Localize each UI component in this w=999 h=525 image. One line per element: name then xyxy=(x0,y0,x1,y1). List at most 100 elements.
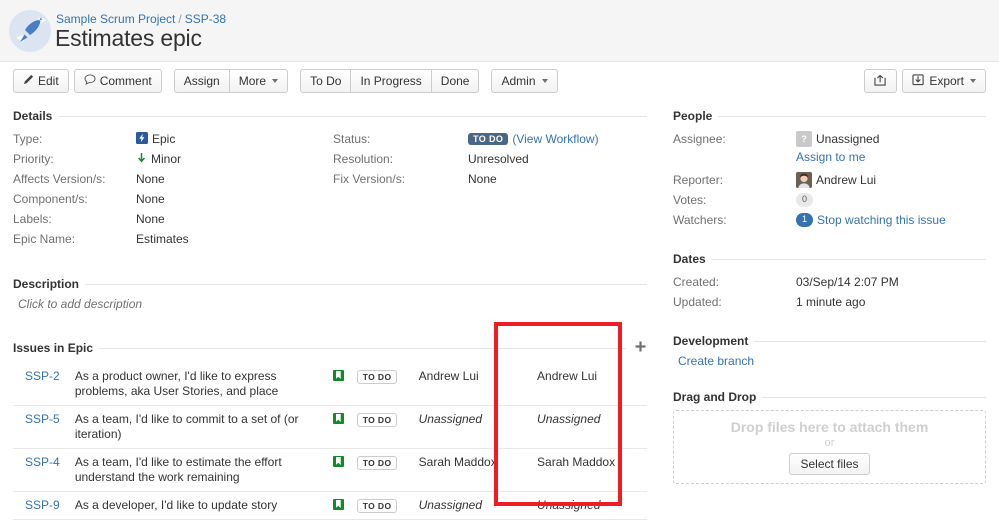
section-divider xyxy=(711,258,986,260)
issue-type-cell xyxy=(323,405,353,449)
table-row[interactable]: SSP-9 As a developer, I'd like to update… xyxy=(13,491,647,521)
share-button[interactable] xyxy=(864,69,898,93)
watchers-badge: 1 xyxy=(796,213,814,227)
field-components-value: None xyxy=(136,192,165,206)
issue-key-link[interactable]: SSP-4 xyxy=(25,455,60,469)
story-icon xyxy=(332,370,344,381)
field-labels-key: Labels: xyxy=(13,212,52,226)
chevron-down-icon xyxy=(541,79,548,83)
dropzone-or-text: or xyxy=(824,437,835,449)
status-badge: To Do xyxy=(468,132,509,146)
breadcrumb-project-link[interactable]: Sample Scrum Project xyxy=(56,12,175,26)
field-labels-value: None xyxy=(136,212,165,226)
admin-button[interactable]: Admin xyxy=(491,69,558,93)
rocket-icon xyxy=(9,10,51,52)
epic-icon xyxy=(136,131,148,147)
field-created-key: Created: xyxy=(673,275,720,289)
issue-key-link[interactable]: SSP-9 xyxy=(25,498,60,512)
details-section: Details Type: Epic Priority: Minor Affec… xyxy=(13,109,647,249)
story-icon xyxy=(332,456,344,467)
field-components-key: Component/s: xyxy=(13,192,88,206)
todo-button[interactable]: To Do xyxy=(300,69,352,93)
assign-to-me-link[interactable]: Assign to me xyxy=(796,150,865,164)
done-button-label: Done xyxy=(440,74,470,88)
admin-button-label: Admin xyxy=(501,74,536,88)
field-fix-version-key: Fix Version/s: xyxy=(333,172,406,186)
issue-key-cell: SSP-9 xyxy=(13,491,71,521)
admin-group: Admin xyxy=(491,69,558,93)
priority-minor-icon xyxy=(136,152,147,166)
right-column: People Assignee: Unassigned Assign to me… xyxy=(660,100,999,484)
stop-watching-link[interactable]: Stop watching this issue xyxy=(817,213,946,227)
workflow-group: To Do In Progress Done xyxy=(300,69,480,93)
table-row[interactable]: SSP-4 As a team, I'd like to estimate th… xyxy=(13,448,647,492)
issue-summary-cell: As a team, I'd like to commit to a set o… xyxy=(70,405,324,449)
edit-button-label: Edit xyxy=(38,74,59,88)
story-icon xyxy=(332,413,344,424)
field-watchers: Watchers: 1 Stop watching this issue xyxy=(673,210,986,230)
assign-to-me-row: Assign to me xyxy=(796,150,986,164)
details-left-column: Type: Epic Priority: Minor Affects Versi… xyxy=(13,129,333,249)
field-updated: Updated: 1 minute ago xyxy=(673,292,986,312)
field-status-key: Status: xyxy=(333,132,371,146)
select-files-button[interactable]: Select files xyxy=(789,453,870,475)
status-badge: To Do xyxy=(356,456,398,471)
issue-toolbar: Edit Comment Assign More To Do In Progre… xyxy=(0,62,999,100)
field-reporter: Reporter: Andrew Lui xyxy=(673,170,986,190)
development-heading: Development xyxy=(673,334,986,348)
field-reporter-text: Andrew Lui xyxy=(816,173,877,187)
table-row[interactable]: SSP-2 As a product owner, I'd like to ex… xyxy=(13,362,647,406)
export-icon xyxy=(912,73,925,89)
left-column: Details Type: Epic Priority: Minor Affec… xyxy=(0,100,660,521)
drag-and-drop-heading-label: Drag and Drop xyxy=(673,390,757,404)
field-epic-name-value: Estimates xyxy=(136,232,189,246)
field-watchers-value: 1 Stop watching this issue xyxy=(796,213,946,227)
description-heading-label: Description xyxy=(13,277,80,291)
issue-key-link[interactable]: SSP-5 xyxy=(25,412,60,426)
issue-summary-cell: As a developer, I'd like to update story xyxy=(70,491,324,521)
speech-bubble-icon xyxy=(84,74,96,88)
file-dropzone[interactable]: Drop files here to attach them or Select… xyxy=(673,410,986,484)
export-button[interactable]: Export xyxy=(902,69,986,93)
issue-assignee-secondary-cell: Unassigned xyxy=(523,405,647,449)
field-assignee-value: Unassigned xyxy=(796,131,879,147)
issue-assignee-cell: Sarah Maddox xyxy=(414,448,524,492)
field-priority: Priority: Minor xyxy=(13,149,333,169)
section-divider xyxy=(58,115,647,117)
field-watchers-key: Watchers: xyxy=(673,213,727,227)
issue-type-cell xyxy=(323,448,353,492)
dates-heading-label: Dates xyxy=(673,252,706,266)
in-progress-button[interactable]: In Progress xyxy=(350,69,432,93)
add-issue-icon[interactable] xyxy=(634,340,647,356)
field-votes-key: Votes: xyxy=(673,193,707,207)
edit-button[interactable]: Edit xyxy=(13,69,69,93)
view-workflow-link[interactable]: (View Workflow) xyxy=(512,132,598,146)
issues-in-epic-heading: Issues in Epic xyxy=(13,340,647,356)
assign-button[interactable]: Assign xyxy=(173,69,230,93)
issue-key-link[interactable]: SSP-2 xyxy=(25,369,60,383)
more-button[interactable]: More xyxy=(228,69,289,93)
issue-assignee-secondary-cell: Sarah Maddox xyxy=(523,448,647,492)
issue-status-cell: To Do xyxy=(352,448,415,492)
done-button[interactable]: Done xyxy=(430,69,480,93)
issue-summary-cell: As a team, I'd like to estimate the effo… xyxy=(70,448,324,492)
create-branch-link[interactable]: Create branch xyxy=(678,354,754,368)
field-epic-name: Epic Name: Estimates xyxy=(13,229,333,249)
more-button-label: More xyxy=(238,74,267,88)
field-type-text: Epic xyxy=(152,132,176,146)
field-assignee-text: Unassigned xyxy=(816,132,880,146)
issues-in-epic-section: Issues in Epic SSP-2 As a product owner,… xyxy=(13,340,647,521)
field-priority-value: Minor xyxy=(136,152,181,166)
drag-and-drop-section: Drag and Drop Drop files here to attach … xyxy=(673,390,986,484)
breadcrumb-separator: / xyxy=(178,12,182,26)
description-placeholder[interactable]: Click to add description xyxy=(18,297,647,311)
toolbar-left-group: Edit Comment Assign More To Do In Progre… xyxy=(13,69,558,93)
breadcrumb-issue-key-link[interactable]: SSP-38 xyxy=(185,12,226,26)
drag-and-drop-heading: Drag and Drop xyxy=(673,390,986,404)
comment-button[interactable]: Comment xyxy=(73,69,162,93)
table-row[interactable]: SSP-5 As a team, I'd like to commit to a… xyxy=(13,405,647,449)
issue-assignee-secondary-cell: Andrew Lui xyxy=(523,362,647,406)
field-fix-version-value: None xyxy=(468,172,497,186)
field-type-value: Epic xyxy=(136,131,176,147)
description-section: Description Click to add description xyxy=(13,277,647,311)
